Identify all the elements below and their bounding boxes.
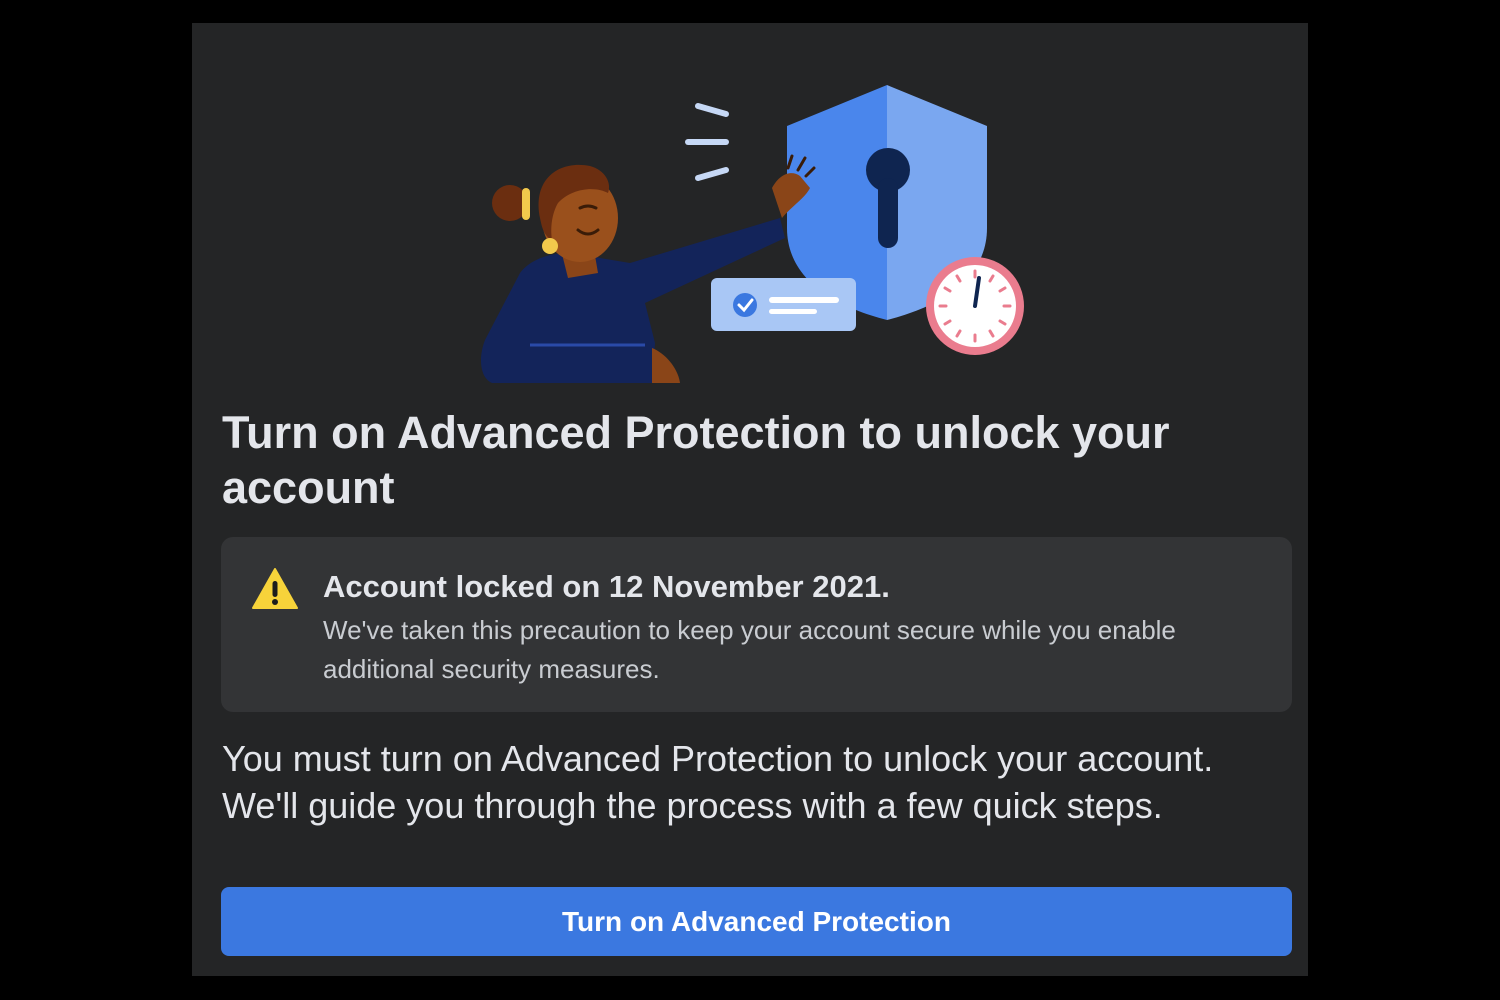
account-locked-notice: Account locked on 12 November 2021. We'v… (221, 537, 1292, 712)
turn-on-advanced-protection-button[interactable]: Turn on Advanced Protection (221, 887, 1292, 956)
page-title: Turn on Advanced Protection to unlock yo… (222, 407, 1170, 513)
warning-icon (252, 568, 298, 609)
clock-icon (926, 257, 1024, 355)
notice-title: Account locked on 12 November 2021. (323, 569, 890, 604)
person-figure (480, 154, 816, 383)
advanced-protection-dialog: Turn on Advanced Protection to unlock yo… (192, 23, 1308, 976)
notice-body: We've taken this precaution to keep your… (323, 615, 1176, 684)
person-shield-lock-illustration (480, 85, 1024, 383)
check-card-icon (711, 278, 856, 331)
motion-lines (685, 103, 729, 181)
description-text: You must turn on Advanced Protection to … (222, 738, 1214, 826)
